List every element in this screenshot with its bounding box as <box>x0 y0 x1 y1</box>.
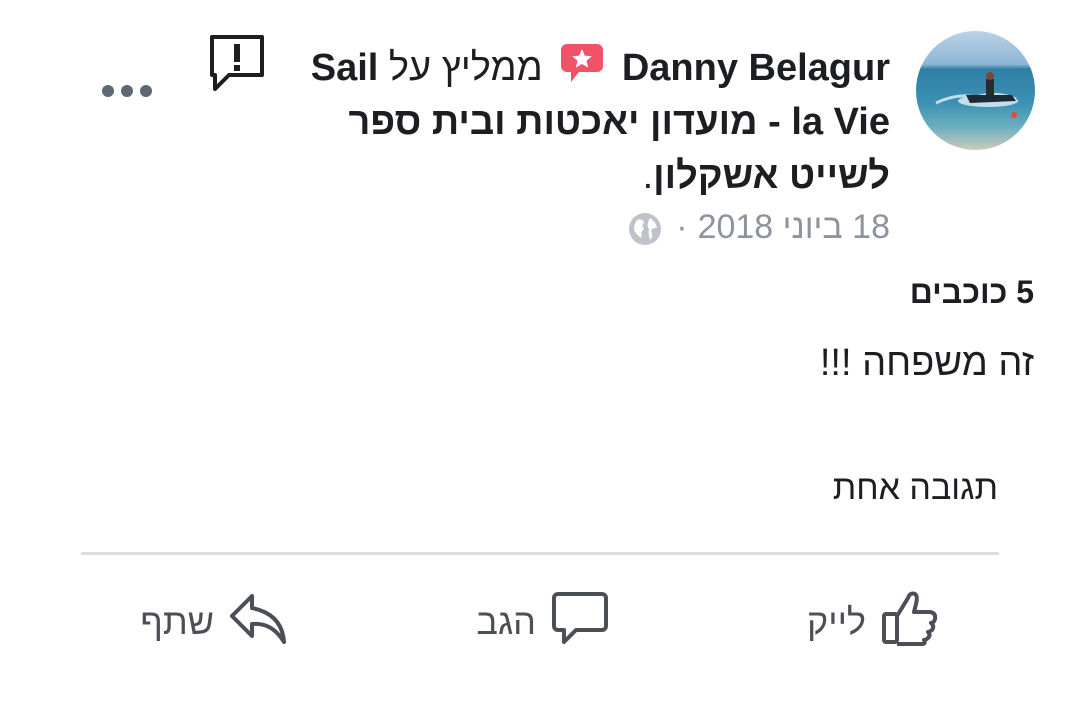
comment-icon <box>550 588 610 657</box>
jetski-photo <box>935 72 1018 118</box>
like-button[interactable]: לייק <box>807 590 940 654</box>
page-name-part3[interactable]: לשייט אשקלון <box>653 155 890 197</box>
page-name-part1[interactable]: Sail <box>311 47 379 89</box>
replies-link[interactable]: תגובה אחת <box>833 465 998 511</box>
comment-button[interactable]: הגב <box>476 590 610 654</box>
globe-icon[interactable] <box>628 212 662 257</box>
comment-label: הגב <box>476 601 536 642</box>
post-meta: 18 ביוני 2018 · <box>628 205 890 257</box>
report-icon[interactable] <box>207 33 267 98</box>
avatar[interactable] <box>916 31 1035 150</box>
divider <box>81 552 999 555</box>
page-name-line2[interactable]: la Vie - מועדון יאכטות ובית ספר <box>348 96 890 148</box>
meta-separator: · <box>676 208 688 246</box>
share-button[interactable]: שתף <box>140 590 288 654</box>
author-name[interactable]: Danny Belagur <box>622 47 890 89</box>
recommend-star-icon <box>559 40 605 100</box>
thumbs-up-icon <box>880 588 940 657</box>
post-date[interactable]: 18 ביוני 2018 <box>698 208 890 246</box>
share-icon <box>228 588 288 657</box>
page-name-line3[interactable]: לשייט אשקלון. <box>643 150 890 202</box>
like-label: לייק <box>806 601 866 642</box>
recommends-text: ממליץ על <box>388 47 543 89</box>
period: . <box>642 155 654 197</box>
review-post: Danny Belagur ממליץ על Sail la Vie - מוע… <box>0 0 1080 705</box>
rating-text: 5 כוכבים <box>909 274 1034 310</box>
share-label: שתף <box>140 601 214 642</box>
post-header: Danny Belagur ממליץ על Sail <box>311 40 890 100</box>
review-text: זה משפחה !!! <box>819 342 1034 384</box>
more-icon[interactable] <box>100 82 154 105</box>
